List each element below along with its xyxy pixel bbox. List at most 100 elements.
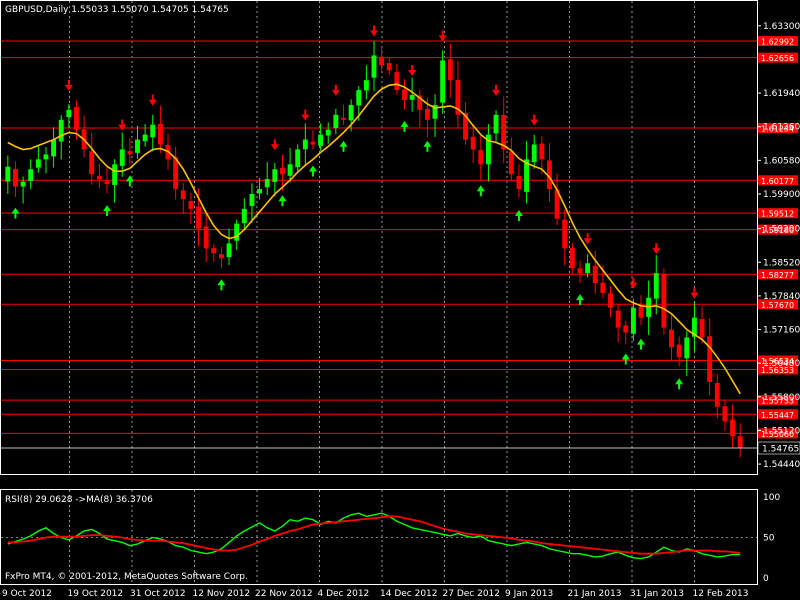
- up-candle: [325, 129, 331, 136]
- y-tick-label: 1.54440: [763, 460, 800, 470]
- current-price-label: 1.54765: [762, 445, 799, 455]
- up-candle: [684, 337, 690, 359]
- down-candle: [737, 436, 743, 448]
- price-chart-canvas[interactable]: 1.629921.626561.612341.601771.595121.591…: [0, 0, 800, 600]
- down-candle: [196, 206, 201, 229]
- up-candle: [264, 179, 270, 188]
- x-tick-label: 14 Dec 2012: [380, 589, 438, 599]
- x-tick-label: 12 Nov 2012: [193, 589, 251, 599]
- down-candle: [470, 136, 476, 150]
- up-candle: [363, 80, 369, 91]
- up-candle: [287, 164, 293, 176]
- x-tick-label: 31 Oct 2012: [130, 589, 186, 599]
- down-candle: [638, 306, 644, 318]
- up-candle: [249, 193, 255, 206]
- level-label: 1.57670: [761, 301, 794, 310]
- rsi-tick-label: 0: [763, 574, 769, 584]
- x-tick-label: 9 Jan 2013: [505, 589, 553, 599]
- up-candle: [257, 189, 263, 194]
- down-candle: [96, 175, 102, 180]
- y-tick-label: 1.55800: [763, 393, 800, 403]
- level-label: 1.58277: [761, 271, 794, 280]
- up-candle: [5, 166, 11, 182]
- up-candle: [35, 159, 41, 168]
- down-candle: [379, 56, 385, 66]
- up-candle: [493, 114, 499, 134]
- y-tick-label: 1.57840: [763, 292, 800, 302]
- x-tick-label: 9 Oct 2012: [2, 589, 52, 599]
- y-tick-label: 1.59200: [763, 225, 800, 235]
- down-candle: [562, 219, 568, 249]
- up-candle: [234, 223, 240, 241]
- down-candle: [539, 143, 545, 160]
- down-candle: [280, 168, 285, 175]
- up-candle: [302, 139, 308, 150]
- down-candle: [707, 336, 713, 382]
- y-tick-label: 1.61260: [763, 123, 800, 133]
- level-label: 1.62656: [761, 54, 794, 63]
- x-tick-label: 22 Nov 2012: [255, 589, 313, 599]
- down-candle: [203, 226, 209, 249]
- up-candle: [318, 134, 324, 146]
- down-candle: [341, 117, 346, 120]
- down-candle: [615, 310, 621, 328]
- up-candle: [142, 134, 148, 142]
- symbol-header: GBPUSD,Daily 1.55033 1.55070 1.54705 1.5…: [5, 5, 229, 15]
- up-candle: [241, 208, 247, 224]
- up-candle: [43, 154, 49, 160]
- y-tick-label: 1.56480: [763, 359, 800, 369]
- y-tick-label: 1.63300: [763, 22, 800, 32]
- y-tick-label: 1.57160: [763, 326, 800, 336]
- down-candle: [699, 318, 705, 338]
- down-candle: [218, 254, 224, 259]
- down-candle: [508, 151, 514, 175]
- down-candle: [600, 282, 606, 293]
- up-candle: [585, 263, 591, 274]
- up-candle: [272, 169, 278, 182]
- up-candle: [51, 139, 57, 157]
- level-label: 1.62992: [761, 38, 794, 47]
- up-candle: [348, 104, 354, 121]
- down-candle: [447, 59, 453, 81]
- y-tick-label: 1.61940: [763, 89, 800, 99]
- y-tick-label: 1.59900: [763, 190, 800, 200]
- x-tick-label: 21 Jan 2013: [568, 589, 622, 599]
- up-candle: [371, 55, 377, 78]
- down-candle: [402, 89, 407, 100]
- up-candle: [653, 273, 659, 299]
- down-candle: [592, 265, 598, 284]
- down-candle: [569, 247, 575, 269]
- rsi-tick-label: 50: [763, 534, 775, 544]
- down-candle: [661, 273, 667, 328]
- down-candle: [676, 344, 682, 358]
- up-candle: [226, 243, 232, 258]
- indicator-title: RSI(8) 29.0628 ->MA(8) 36.3706: [5, 495, 153, 505]
- down-candle: [669, 329, 674, 348]
- down-candle: [89, 151, 95, 175]
- down-candle: [157, 123, 163, 145]
- down-candle: [577, 268, 583, 274]
- down-candle: [608, 293, 613, 308]
- y-tick-label: 1.55120: [763, 426, 800, 436]
- up-candle: [58, 119, 64, 142]
- up-candle: [440, 60, 446, 103]
- down-candle: [478, 150, 484, 165]
- up-candle: [356, 90, 362, 106]
- up-candle: [409, 95, 415, 100]
- down-candle: [211, 248, 217, 254]
- level-label: 1.60177: [761, 177, 794, 186]
- down-candle: [424, 108, 430, 120]
- up-candle: [333, 114, 339, 128]
- up-candle: [150, 124, 156, 138]
- down-candle: [127, 151, 133, 155]
- down-candle: [310, 141, 316, 145]
- down-candle: [180, 190, 186, 199]
- level-label: 1.59512: [761, 210, 794, 219]
- x-tick-label: 4 Dec 2012: [318, 589, 370, 599]
- down-candle: [104, 181, 110, 185]
- x-tick-label: 19 Oct 2012: [68, 589, 124, 599]
- up-candle: [531, 144, 537, 163]
- down-candle: [188, 201, 194, 209]
- down-candle: [394, 72, 400, 91]
- up-candle: [112, 164, 118, 185]
